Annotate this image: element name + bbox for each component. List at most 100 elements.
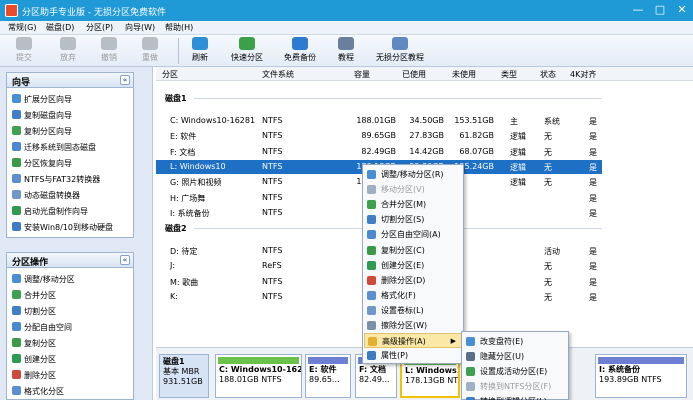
context-menu-item[interactable]: 合并分区(M) [364, 197, 462, 212]
cell-partition: C: Windows10-16281 [170, 116, 256, 125]
disk-map-partition[interactable]: E: 软件 89.65... [305, 354, 351, 398]
disk1-label: 磁盘1 [165, 94, 187, 103]
redo-button[interactable]: 重做 [142, 37, 158, 63]
maximize-button[interactable]: □ [652, 3, 668, 17]
disk-size: 931.51GB [163, 377, 203, 386]
submenu-item[interactable]: 转换到NTFS分区(F) [463, 379, 567, 394]
tutorial-button[interactable]: 教程 [338, 37, 354, 63]
op-copy[interactable]: 复制分区 [12, 337, 56, 351]
partition-name: I: 系统备份 [599, 365, 640, 374]
free-backup-button[interactable]: 免费备份 [284, 37, 316, 63]
op-format[interactable]: 格式化分区 [12, 385, 64, 399]
close-button[interactable]: ✕ [674, 3, 690, 17]
cell-used: 34.50GB [409, 116, 444, 125]
submenu-item[interactable]: 转换到逻辑分区(L) [463, 394, 567, 400]
boot-cd-icon [12, 206, 21, 215]
wizard-migrate-os[interactable]: 迁移系统到固态磁盘 [12, 141, 96, 155]
cell-status: 无 [544, 162, 552, 172]
menu-item-icon [367, 230, 376, 240]
context-menu-item[interactable]: 切割分区(S) [364, 212, 462, 227]
menu-item-label: 属性(P) [381, 351, 409, 361]
menu-item-icon [367, 305, 376, 315]
wizard-extend-partition[interactable]: 扩展分区向导 [12, 93, 72, 107]
cell-partition: G: 照片和视频 [170, 178, 222, 188]
wizard-ntfs-fat32[interactable]: NTFS与FAT32转换器 [12, 173, 100, 187]
collapse-icon[interactable]: « [120, 255, 130, 265]
menu-item-label: 设置卷标(L) [381, 305, 424, 315]
lossless-tutorial-button[interactable]: 无损分区教程 [376, 37, 424, 63]
commit-button[interactable]: 提交 [16, 37, 32, 63]
collapse-icon[interactable]: « [120, 75, 130, 85]
col-filesystem[interactable]: 文件系统 [262, 69, 294, 80]
disk-info[interactable]: 磁盘1 基本 MBR 931.51GB [159, 354, 209, 398]
wizard-dynamic-disk[interactable]: 动态磁盘转换器 [12, 189, 80, 203]
table-row[interactable]: F: 文档 NTFS 82.49GB 14.42GB 68.07GB 逻辑 无 是 [156, 145, 602, 159]
cell-4k-align: 是 [589, 247, 597, 256]
menu-disk[interactable]: 磁盘(D) [46, 22, 74, 33]
tutorial-icon [338, 37, 354, 50]
refresh-button[interactable]: 刷新 [192, 37, 208, 63]
context-menu-item[interactable]: 移动分区(V) [364, 182, 462, 197]
delete-icon [12, 370, 21, 379]
context-menu-item[interactable]: 格式化(F) [364, 288, 462, 303]
discard-button[interactable]: 放弃 [60, 37, 76, 63]
col-partition[interactable]: 分区 [162, 69, 178, 80]
context-menu-item[interactable]: 属性(P) [364, 348, 462, 363]
split-icon [12, 306, 21, 315]
col-4k-align[interactable]: 4K对齐 [570, 69, 596, 80]
quick-partition-button[interactable]: 快速分区 [231, 37, 263, 63]
cell-partition: L: Windows10 [170, 161, 226, 171]
wizard-boot-cd[interactable]: 启动光盘制作向导 [12, 205, 88, 219]
context-menu-item[interactable]: 擦除分区(W) [364, 318, 462, 333]
menu-item-icon [367, 351, 376, 361]
context-menu-item[interactable]: 复制分区(C) [364, 243, 462, 258]
wizard-install-win-usb[interactable]: 安装Win8/10到移动硬盘 [12, 221, 113, 235]
op-split[interactable]: 切割分区 [12, 305, 56, 319]
disk2-label: 磁盘2 [165, 224, 187, 233]
op-delete[interactable]: 删除分区 [12, 369, 56, 383]
undo-button[interactable]: 撤销 [101, 37, 117, 63]
menu-general[interactable]: 常规(G) [8, 22, 36, 33]
merge-icon [12, 290, 21, 299]
context-menu-item[interactable]: 设置卷标(L) [364, 303, 462, 318]
cell-4k-align: 是 [589, 208, 597, 218]
col-used[interactable]: 已使用 [402, 69, 426, 80]
cell-status: 无 [544, 178, 552, 188]
wizard-partition-recovery[interactable]: 分区恢复向导 [12, 157, 72, 171]
disk-map-partition[interactable]: C: Windows10-16281 188.01GB NTFS [215, 354, 302, 398]
op-create[interactable]: 创建分区 [12, 353, 56, 367]
table-row[interactable]: E: 软件 NTFS 89.65GB 27.83GB 61.82GB 逻辑 无 是 [156, 129, 602, 143]
partition-recovery-icon [12, 158, 21, 167]
partition-info: 188.01GB NTFS [219, 375, 282, 384]
menu-item-icon [367, 260, 376, 270]
menu-item-label: 切割分区(S) [381, 215, 425, 225]
submenu-item[interactable]: 设置成活动分区(E) [463, 364, 567, 379]
submenu-item[interactable]: 隐藏分区(U) [463, 349, 567, 364]
table-row[interactable]: C: Windows10-16281 NTFS 188.01GB 34.50GB 153… [156, 114, 602, 128]
title-bar: 分区助手专业版 - 无损分区免费软件 — □ ✕ [0, 0, 693, 21]
wizard-copy-disk[interactable]: 复制磁盘向导 [12, 109, 72, 123]
wizard-copy-partition[interactable]: 复制分区向导 [12, 125, 72, 139]
op-resize-move[interactable]: 调整/移动分区 [12, 273, 75, 287]
op-merge[interactable]: 合并分区 [12, 289, 56, 303]
col-unused[interactable]: 未使用 [452, 69, 476, 80]
context-menu-item[interactable]: 删除分区(D) [364, 273, 462, 288]
minimize-button[interactable]: — [630, 3, 646, 17]
menu-wizard[interactable]: 向导(W) [125, 22, 155, 33]
cell-filesystem: NTFS [262, 161, 283, 171]
disk-map-partition[interactable]: I: 系统备份 193.89GB NTFS [595, 354, 687, 398]
divider [194, 98, 602, 99]
submenu-item[interactable]: 改变盘符(E) [463, 334, 567, 349]
commit-icon [16, 37, 32, 50]
menu-help[interactable]: 帮助(H) [165, 22, 193, 33]
col-type[interactable]: 类型 [501, 69, 517, 80]
col-capacity[interactable]: 容量 [354, 69, 370, 80]
col-status[interactable]: 状态 [540, 69, 556, 80]
context-menu-item[interactable]: 高级操作(A) ▶ [364, 333, 462, 349]
context-menu-item[interactable]: 调整/移动分区(R) [364, 167, 462, 182]
context-menu-item[interactable]: 创建分区(E) [364, 258, 462, 273]
op-allocate-free[interactable]: 分配自由空间 [12, 321, 72, 335]
context-menu-item[interactable]: 分区自由空间(A) [364, 227, 462, 242]
toolbar: 提交 放弃 撤销 重做 刷新 快速分区 免费备份 教程 无损分区教程 [0, 35, 693, 67]
menu-partition[interactable]: 分区(P) [86, 22, 113, 33]
